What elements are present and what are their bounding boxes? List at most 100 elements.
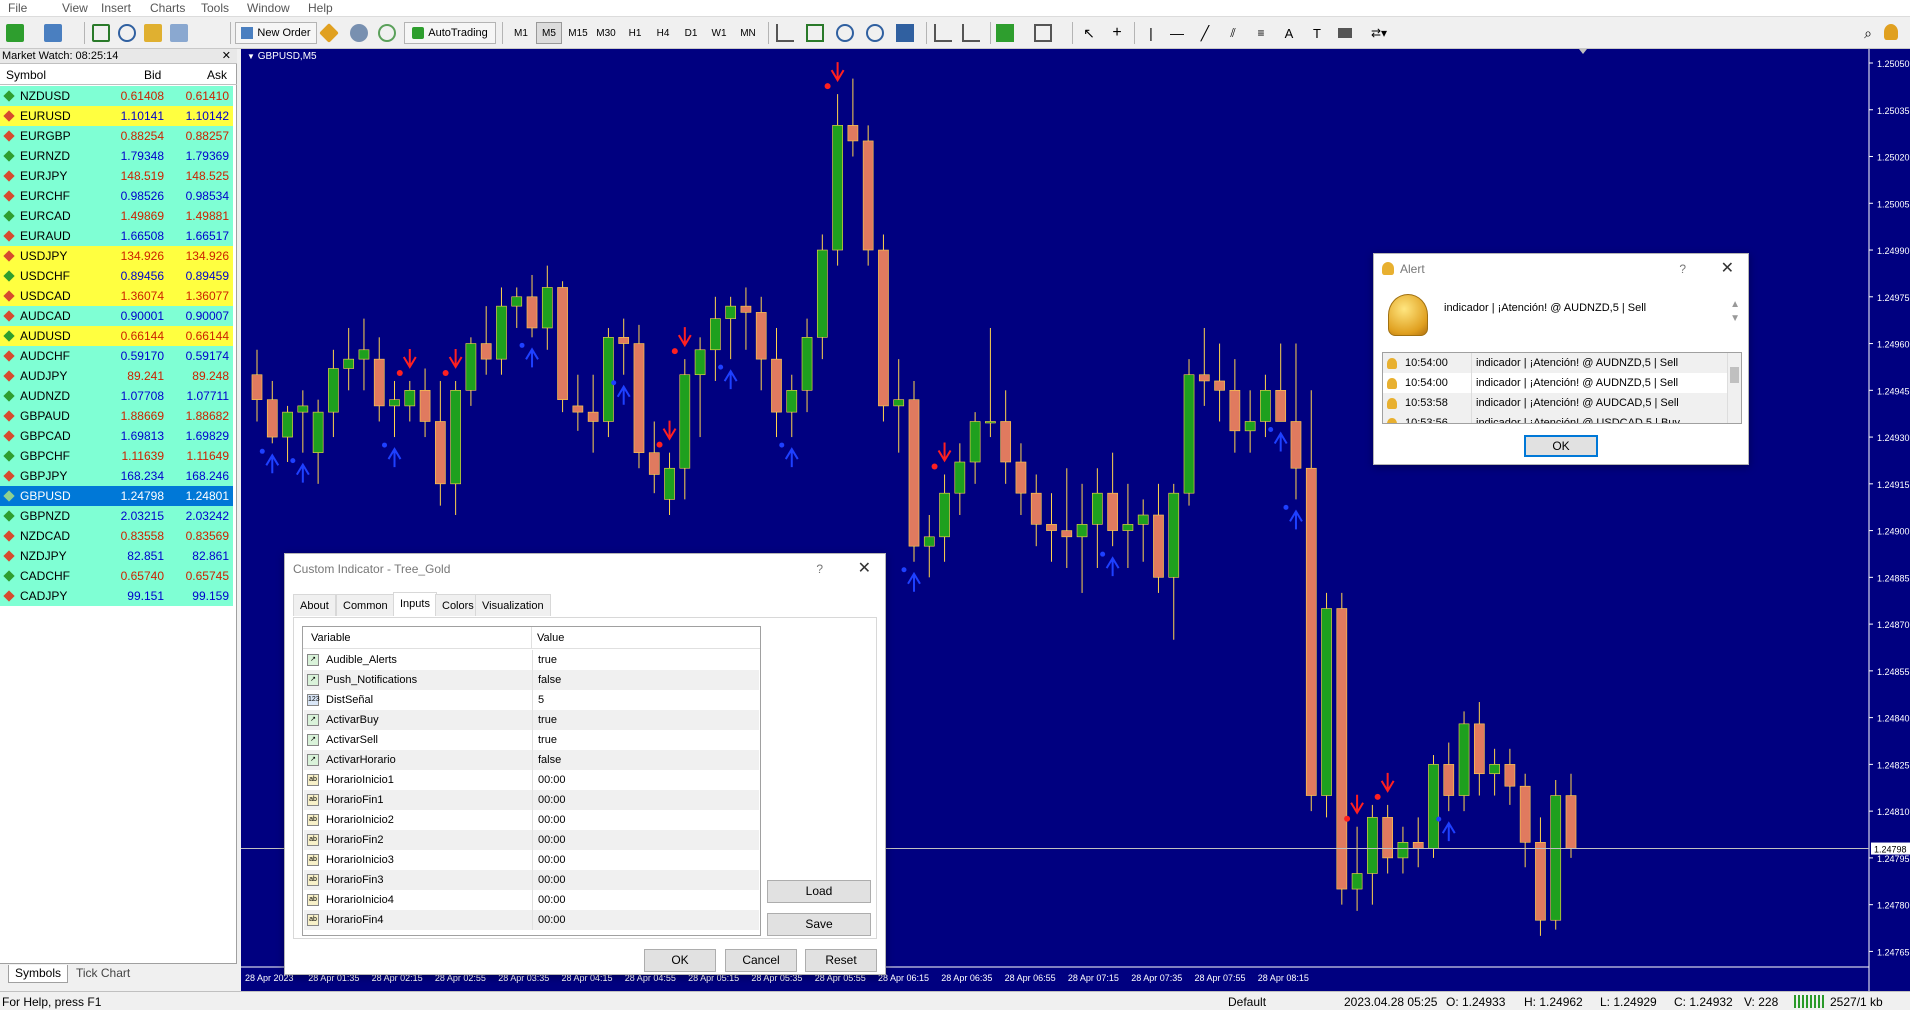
param-value[interactable]: 00:00 [532, 770, 759, 790]
market-watch-row[interactable]: AUDCAD 0.90001 0.90007 [0, 306, 233, 326]
tf-m1-button[interactable]: M1 [508, 22, 534, 44]
column-ask[interactable]: Ask [207, 68, 227, 82]
close-icon[interactable]: ✕ [858, 554, 871, 584]
close-icon[interactable]: ✕ [222, 49, 231, 64]
market-watch-row[interactable]: EURAUD 1.66508 1.66517 [0, 226, 233, 246]
column-variable[interactable]: Variable [311, 632, 351, 644]
param-value[interactable]: false [532, 670, 759, 690]
market-watch-row[interactable]: USDCHF 0.89456 0.89459 [0, 266, 233, 286]
market-watch-row[interactable]: GBPJPY 168.234 168.246 [0, 466, 233, 486]
tab-colors[interactable]: Colors [435, 594, 481, 616]
market-watch-row[interactable]: USDCAD 1.36074 1.36077 [0, 286, 233, 306]
column-value[interactable]: Value [531, 627, 564, 649]
param-row[interactable]: ab HorarioFin4 00:00 [304, 910, 759, 930]
market-watch-row[interactable]: USDJPY 134.926 134.926 [0, 246, 233, 266]
menu-view[interactable]: View [62, 1, 88, 15]
param-row[interactable]: ↗ ActivarBuy true [304, 710, 759, 730]
rectangle-icon[interactable] [1334, 22, 1356, 44]
close-icon[interactable]: ✕ [1721, 254, 1734, 284]
menu-charts[interactable]: Charts [150, 1, 185, 15]
market-watch-row[interactable]: AUDJPY 89.241 89.248 [0, 366, 233, 386]
param-value[interactable]: 00:00 [532, 910, 759, 930]
market-watch-row[interactable]: EURGBP 0.88254 0.88257 [0, 126, 233, 146]
param-row[interactable]: ab HorarioInicio4 00:00 [304, 890, 759, 910]
market-watch-row[interactable]: NZDJPY 82.851 82.861 [0, 546, 233, 566]
market-watch-row[interactable]: EURJPY 148.519 148.525 [0, 166, 233, 186]
terminal-icon[interactable] [144, 24, 162, 42]
param-value[interactable]: false [532, 750, 759, 770]
param-row[interactable]: ab HorarioFin1 00:00 [304, 790, 759, 810]
help-icon[interactable]: ? [816, 554, 823, 584]
param-row[interactable]: ab HorarioInicio1 00:00 [304, 770, 759, 790]
notification-bell-icon[interactable] [1884, 24, 1898, 40]
label-icon[interactable]: T [1306, 22, 1328, 44]
column-symbol[interactable]: Symbol [6, 68, 46, 82]
ok-button[interactable]: OK [644, 949, 716, 972]
param-row[interactable]: ab HorarioFin2 00:00 [304, 830, 759, 850]
new-order-button[interactable]: New Order [235, 22, 317, 44]
alert-scroll-arrows-icon[interactable]: ▲ ▼ [1730, 298, 1740, 326]
alert-history-row[interactable]: 10:53:56 indicador | ¡Atención! @ USDCAD,… [1383, 413, 1733, 423]
alert-history-row[interactable]: 10:53:58 indicador | ¡Atención! @ AUDCAD,… [1383, 393, 1733, 413]
help-icon[interactable]: ? [1679, 254, 1686, 284]
param-row[interactable]: ab HorarioInicio2 00:00 [304, 810, 759, 830]
param-value[interactable]: 00:00 [532, 790, 759, 810]
tf-h1-button[interactable]: H1 [622, 22, 648, 44]
vertical-line-icon[interactable]: | [1140, 22, 1162, 44]
market-watch-row[interactable]: EURNZD 1.79348 1.79369 [0, 146, 233, 166]
tf-h4-button[interactable]: H4 [650, 22, 676, 44]
autotrading-button[interactable]: AutoTrading [404, 22, 496, 44]
save-button[interactable]: Save [767, 913, 871, 936]
param-value[interactable]: true [532, 730, 759, 750]
market-watch-row[interactable]: GBPNZD 2.03215 2.03242 [0, 506, 233, 526]
shapes-icon[interactable]: ⇄▾ [1364, 22, 1394, 44]
strategy-tester-icon[interactable] [170, 24, 188, 42]
text-icon[interactable]: A [1278, 22, 1300, 44]
market-watch-row[interactable]: CADJPY 99.151 99.159 [0, 586, 233, 606]
market-watch-row[interactable]: GBPUSD 1.24798 1.24801 [0, 486, 233, 506]
load-button[interactable]: Load [767, 880, 871, 903]
market-watch-row[interactable]: EURCHF 0.98526 0.98534 [0, 186, 233, 206]
param-value[interactable]: 5 [532, 690, 759, 710]
alert-history-row[interactable]: 10:54:00 indicador | ¡Atención! @ AUDNZD,… [1383, 353, 1733, 373]
tab-symbols[interactable]: Symbols [8, 965, 69, 983]
cancel-button[interactable]: Cancel [725, 949, 797, 972]
param-value[interactable]: 00:00 [532, 870, 759, 890]
signals-icon[interactable] [350, 24, 368, 42]
periods-icon[interactable] [1034, 24, 1052, 42]
param-value[interactable]: 00:00 [532, 890, 759, 910]
zoom-out-icon[interactable] [866, 24, 884, 42]
tf-m15-button[interactable]: M15 [564, 22, 592, 44]
tf-w1-button[interactable]: W1 [706, 22, 732, 44]
tf-mn-button[interactable]: MN [734, 22, 762, 44]
tf-m30-button[interactable]: M30 [592, 22, 620, 44]
tile-windows-icon[interactable] [896, 24, 914, 42]
profiles-icon[interactable] [44, 24, 62, 42]
menu-file[interactable]: File [8, 1, 27, 15]
fibo-icon[interactable]: ≡ [1250, 22, 1272, 44]
market-watch-row[interactable]: GBPCAD 1.69813 1.69829 [0, 426, 233, 446]
param-value[interactable]: true [532, 710, 759, 730]
chart-shift-icon[interactable] [934, 24, 952, 42]
param-row[interactable]: ↗ ActivarSell true [304, 730, 759, 750]
reset-button[interactable]: Reset [805, 949, 877, 972]
market-watch-icon[interactable] [92, 24, 110, 42]
market-watch-row[interactable]: AUDCHF 0.59170 0.59174 [0, 346, 233, 366]
tab-about[interactable]: About [293, 594, 336, 616]
navigator-icon[interactable] [118, 24, 136, 42]
crosshair-icon[interactable]: + [1106, 22, 1128, 44]
tab-tick-chart[interactable]: Tick Chart [76, 966, 130, 980]
channel-icon[interactable]: ⫽ [1222, 22, 1244, 44]
menu-help[interactable]: Help [308, 1, 333, 15]
expert-advisor-icon[interactable] [319, 23, 339, 43]
market-watch-row[interactable]: NZDUSD 0.61408 0.61410 [0, 86, 233, 106]
cursor-icon[interactable]: ↖ [1078, 22, 1100, 44]
candlestick-icon[interactable] [806, 24, 824, 42]
param-row[interactable]: ↗ Push_Notifications false [304, 670, 759, 690]
param-row[interactable]: ↗ Audible_Alerts true [304, 650, 759, 670]
trendline-icon[interactable]: ╱ [1194, 22, 1216, 44]
new-chart-icon[interactable] [6, 24, 24, 42]
market-watch-row[interactable]: AUDNZD 1.07708 1.07711 [0, 386, 233, 406]
menu-tools[interactable]: Tools [201, 1, 229, 15]
tf-m5-button[interactable]: M5 [536, 22, 562, 44]
